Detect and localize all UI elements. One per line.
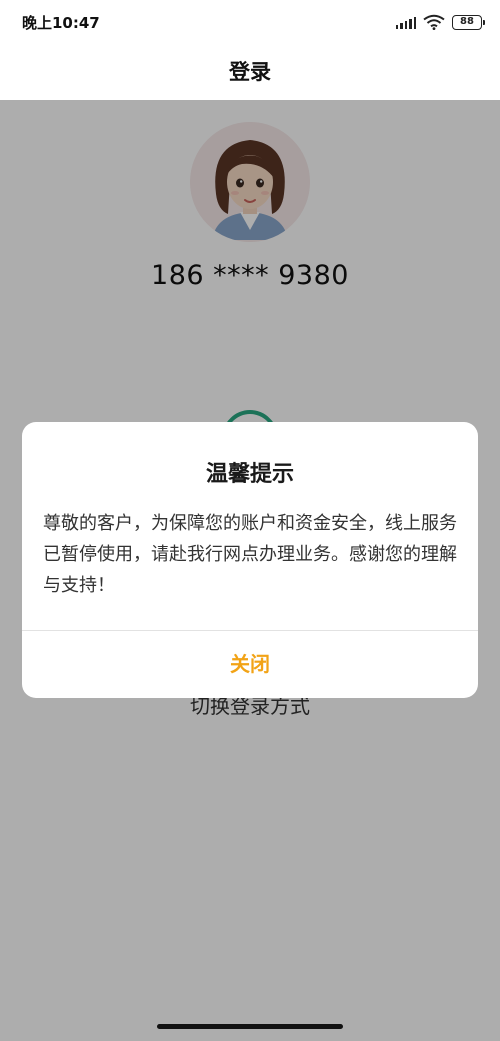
signal-icon: [395, 15, 416, 29]
status-icons: 88: [395, 12, 485, 32]
header: 登录: [0, 44, 500, 100]
wifi-icon: [423, 14, 445, 30]
status-bar: 晚上10:47 88: [0, 0, 500, 44]
status-time: 晚上10:47: [22, 14, 100, 32]
notice-dialog: 温馨提示 尊敬的客户，为保障您的账户和资金安全，线上服务已暂停使用，请赴我行网点…: [22, 422, 478, 698]
dialog-message: 尊敬的客户，为保障您的账户和资金安全，线上服务已暂停使用，请赴我行网点办理业务。…: [43, 513, 457, 596]
battery-icon: 88: [452, 14, 485, 30]
dialog-title: 温馨提示: [205, 462, 294, 487]
close-button[interactable]: 关闭: [22, 631, 478, 698]
home-indicator[interactable]: [157, 1024, 343, 1029]
page-title: 登录: [229, 60, 271, 84]
